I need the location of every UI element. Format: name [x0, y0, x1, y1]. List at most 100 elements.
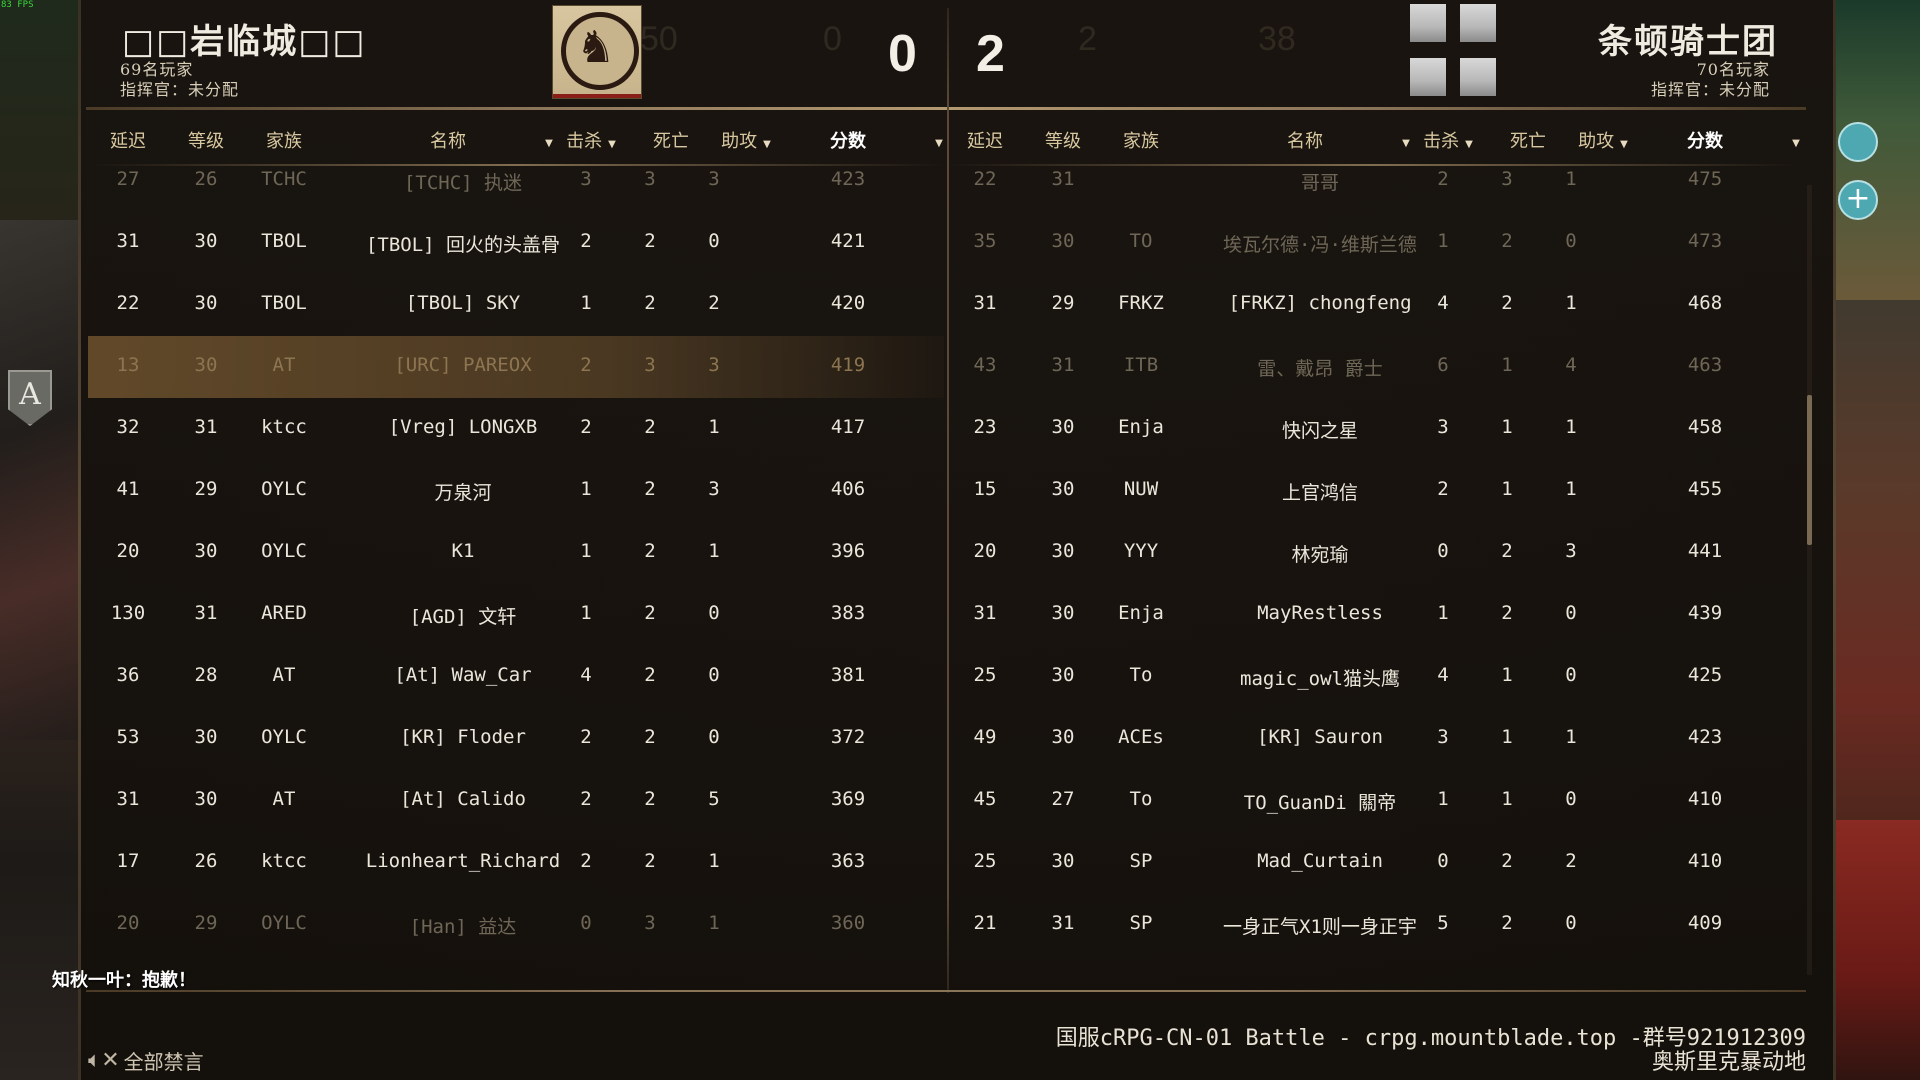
name-sort-arrow-icon[interactable]: ▼	[536, 130, 556, 151]
table-row[interactable]: 49 30 ACEs [KR] Sauron 3 1 1 423	[945, 708, 1801, 770]
table-row[interactable]: 25 30 SP Mad_Curtain 0 2 2 410	[945, 832, 1801, 894]
table-row[interactable]: 23 30 Enja 快闪之星 3 1 1 458	[945, 398, 1801, 460]
cell-ping: 130	[110, 602, 146, 624]
table-row[interactable]: 35 30 TO 埃瓦尔德·冯·维斯兰德 1 2 0 473	[945, 212, 1801, 274]
col-ping-right[interactable]: 延迟	[945, 127, 1025, 153]
table-row[interactable]: 17 26 ktcc Lionheart_Richard 2 2 1 363	[88, 832, 944, 894]
cell-level: 31	[1051, 354, 1075, 376]
cell-deaths: 2	[644, 230, 656, 252]
cell-ping: 35	[973, 230, 997, 252]
col-kills[interactable]: 击杀 ▼	[556, 127, 626, 153]
col-assists[interactable]: 助攻 ▼	[706, 127, 786, 153]
cell-clan: ACEs	[1118, 726, 1164, 748]
col-deaths-right[interactable]: 死亡	[1493, 127, 1563, 153]
table-row[interactable]: 41 29 OYLC 万泉河 1 2 3 406	[88, 460, 944, 522]
cell-level: 30	[1051, 726, 1075, 748]
name-sort-arrow-right-icon[interactable]: ▼	[1393, 130, 1413, 151]
table-row[interactable]: 43 31 ITB 雷、戴昂 爵士 6 1 4 463	[945, 336, 1801, 398]
cell-clan: SP	[1129, 912, 1153, 934]
col-score[interactable]: 分数	[808, 127, 888, 153]
cell-deaths: 2	[644, 416, 656, 438]
left-team-lion-emblem-icon: ♞	[553, 6, 641, 98]
cell-kills: 0	[580, 912, 592, 934]
table-row[interactable]: 53 30 OYLC [KR] Floder 2 2 0 372	[88, 708, 944, 770]
col-clan-right[interactable]: 家族	[1101, 127, 1181, 153]
cell-clan: OYLC	[261, 912, 307, 934]
cell-deaths: 2	[644, 850, 656, 872]
cell-assists: 1	[1565, 292, 1577, 314]
table-row[interactable]: 20 30 YYY 林宛瑜 0 2 3 441	[945, 522, 1801, 584]
cell-deaths: 2	[644, 664, 656, 686]
table-row[interactable]: 36 28 AT [At] Waw_Car 4 2 0 381	[88, 646, 944, 708]
cell-deaths: 1	[1501, 664, 1513, 686]
table-row[interactable]: 31 30 Enja MayRestless 1 2 0 439	[945, 584, 1801, 646]
col-kills-right[interactable]: 击杀 ▼	[1413, 127, 1483, 153]
col-name-right[interactable]: 名称	[1235, 127, 1375, 153]
cell-kills: 2	[580, 850, 592, 872]
cell-kills: 1	[580, 292, 592, 314]
table-row[interactable]: 21 31 SP 一身正气X1则一身正宇 5 2 0 409	[945, 894, 1801, 956]
table-row[interactable]: 25 30 To magic_owl猫头鹰 4 1 0 425	[945, 646, 1801, 708]
kills-sort-arrow-icon: ▼	[608, 139, 616, 150]
score-sort-arrow-icon[interactable]: ▼	[926, 130, 946, 151]
cell-assists: 0	[708, 664, 720, 686]
faint-score-2: 0	[823, 20, 842, 58]
table-row[interactable]: 27 26 TCHC [TCHC] 执迷 3 3 3 423	[88, 164, 944, 212]
cell-ping: 45	[973, 788, 997, 810]
table-row[interactable]: 15 30 NUW 上官鸿信 2 1 1 455	[945, 460, 1801, 522]
col-deaths[interactable]: 死亡	[636, 127, 706, 153]
table-row[interactable]: 22 31 哥哥 2 3 1 475	[945, 164, 1801, 212]
col-level[interactable]: 等级	[166, 127, 246, 153]
cell-deaths: 2	[644, 478, 656, 500]
scroll-track[interactable]	[1807, 185, 1812, 975]
cell-score: 455	[1687, 478, 1723, 500]
table-row[interactable]: 31 29 FRKZ [FRKZ] chongfeng 4 2 1 468	[945, 274, 1801, 336]
cell-ping: 49	[973, 726, 997, 748]
cell-deaths: 3	[644, 912, 656, 934]
teal-circle-icon[interactable]	[1838, 122, 1878, 162]
world-soldier	[1836, 820, 1920, 1080]
cell-score: 363	[830, 850, 866, 872]
col-clan[interactable]: 家族	[244, 127, 324, 153]
cell-deaths: 2	[644, 292, 656, 314]
cell-deaths: 2	[1501, 850, 1513, 872]
table-row[interactable]: 20 29 OYLC [Han] 益达 0 3 1 360	[88, 894, 944, 956]
table-row[interactable]: 22 30 TBOL [TBOL] SKY 1 2 2 420	[88, 274, 944, 336]
cell-ping: 31	[973, 292, 997, 314]
cell-assists: 3	[1565, 540, 1577, 562]
table-row[interactable]: 45 27 To TO_GuanDi 關帝 1 1 0 410	[945, 770, 1801, 832]
cell-kills: 2	[580, 788, 592, 810]
cell-kills: 4	[1437, 664, 1449, 686]
col-ping[interactable]: 延迟	[88, 127, 168, 153]
table-row[interactable]: 130 31 ARED [AGD] 文轩 1 2 0 383	[88, 584, 944, 646]
cell-level: 28	[194, 664, 218, 686]
col-level-right[interactable]: 等级	[1023, 127, 1103, 153]
cell-kills: 2	[580, 416, 592, 438]
table-row[interactable]: 31 30 AT [At] Calido 2 2 5 369	[88, 770, 944, 832]
table-row[interactable]: 31 30 TBOL [TBOL] 回火的头盖骨 2 2 0 421	[88, 212, 944, 274]
cell-ping: 25	[973, 664, 997, 686]
cell-score: 441	[1687, 540, 1723, 562]
table-row[interactable]: 20 30 OYLC K1 1 2 1 396	[88, 522, 944, 584]
col-assists-right[interactable]: 助攻 ▼	[1563, 127, 1643, 153]
col-score-right[interactable]: 分数	[1665, 127, 1745, 153]
cell-assists: 0	[1565, 602, 1577, 624]
cell-assists: 0	[708, 602, 720, 624]
cell-assists: 3	[708, 168, 720, 190]
scrollbar-thumb[interactable]	[1807, 395, 1812, 545]
plus-circle-icon[interactable]: +	[1838, 180, 1878, 220]
col-name[interactable]: 名称	[378, 127, 518, 153]
mute-all-button[interactable]: 🔈︎✕ 全部禁言	[88, 1046, 204, 1075]
cell-ping: 17	[116, 850, 140, 872]
cell-kills: 2	[580, 230, 592, 252]
cell-clan: TBOL	[261, 292, 307, 314]
kills-sort-arrow-right-icon: ▼	[1465, 139, 1473, 150]
table-row[interactable]: 13 30 AT [URC] PAREOX 2 3 3 419	[88, 336, 944, 398]
table-row[interactable]: 32 31 ktcc [Vreg] LONGXB 2 2 1 417	[88, 398, 944, 460]
cell-ping: 13	[116, 354, 140, 376]
cell-kills: 0	[1437, 540, 1449, 562]
faint-score-3: 2	[1078, 20, 1097, 58]
character-armor	[0, 220, 78, 740]
game-world-right	[1836, 0, 1920, 1080]
score-sort-arrow-right-icon[interactable]: ▼	[1783, 130, 1803, 151]
